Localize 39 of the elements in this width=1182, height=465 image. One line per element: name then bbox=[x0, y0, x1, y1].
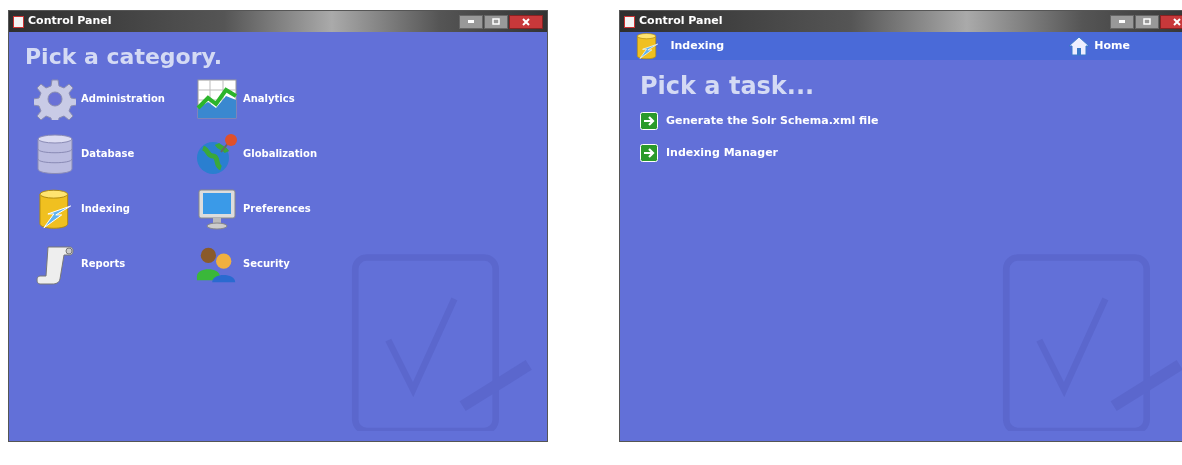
page-heading: Pick a task... bbox=[640, 71, 816, 102]
window-title: Control Panel bbox=[639, 13, 723, 30]
breadcrumb-title: Indexing bbox=[670, 37, 725, 54]
app-icon bbox=[624, 15, 635, 28]
cylinder-lightning-icon bbox=[38, 187, 72, 230]
gear-icon bbox=[34, 77, 76, 120]
maximize-icon bbox=[1143, 18, 1151, 25]
task-link[interactable]: Generate the Solr Schema.xml file bbox=[640, 112, 1178, 130]
app-icon bbox=[13, 15, 24, 28]
arrow-icon bbox=[640, 144, 658, 162]
monitor-icon bbox=[197, 187, 237, 230]
category-link[interactable]: Administration bbox=[33, 77, 165, 120]
window-title: Control Panel bbox=[28, 13, 112, 30]
close-button[interactable] bbox=[509, 14, 543, 29]
maximize-button[interactable] bbox=[1135, 14, 1159, 29]
category-link[interactable]: Security bbox=[195, 242, 290, 285]
category-link[interactable]: Globalization bbox=[195, 132, 318, 175]
close-icon bbox=[522, 17, 530, 26]
cylinder-lightning-icon bbox=[636, 32, 659, 60]
database-icon bbox=[36, 132, 74, 175]
minimize-icon bbox=[1119, 20, 1125, 23]
arrow-icon bbox=[640, 112, 658, 130]
task-link[interactable]: Indexing Manager bbox=[640, 144, 1178, 162]
globe-with-pin-icon bbox=[195, 131, 239, 176]
house-icon bbox=[1068, 36, 1091, 56]
category-link[interactable]: Indexing bbox=[33, 187, 130, 230]
close-icon bbox=[1173, 17, 1181, 26]
category-link[interactable]: Preferences bbox=[195, 187, 311, 230]
home-link[interactable]: Home bbox=[1068, 36, 1130, 56]
maximize-button[interactable] bbox=[484, 14, 508, 29]
page-heading: Pick a category. bbox=[25, 43, 224, 71]
maximize-icon bbox=[492, 18, 500, 25]
category-link[interactable]: Database bbox=[33, 132, 135, 175]
minimize-icon bbox=[468, 20, 474, 23]
category-link[interactable]: Analytics bbox=[195, 77, 295, 120]
line-chart-icon bbox=[196, 77, 238, 120]
minimize-button[interactable] bbox=[1110, 14, 1134, 29]
category-link[interactable]: Reports bbox=[33, 242, 126, 285]
minimize-button[interactable] bbox=[459, 14, 483, 29]
